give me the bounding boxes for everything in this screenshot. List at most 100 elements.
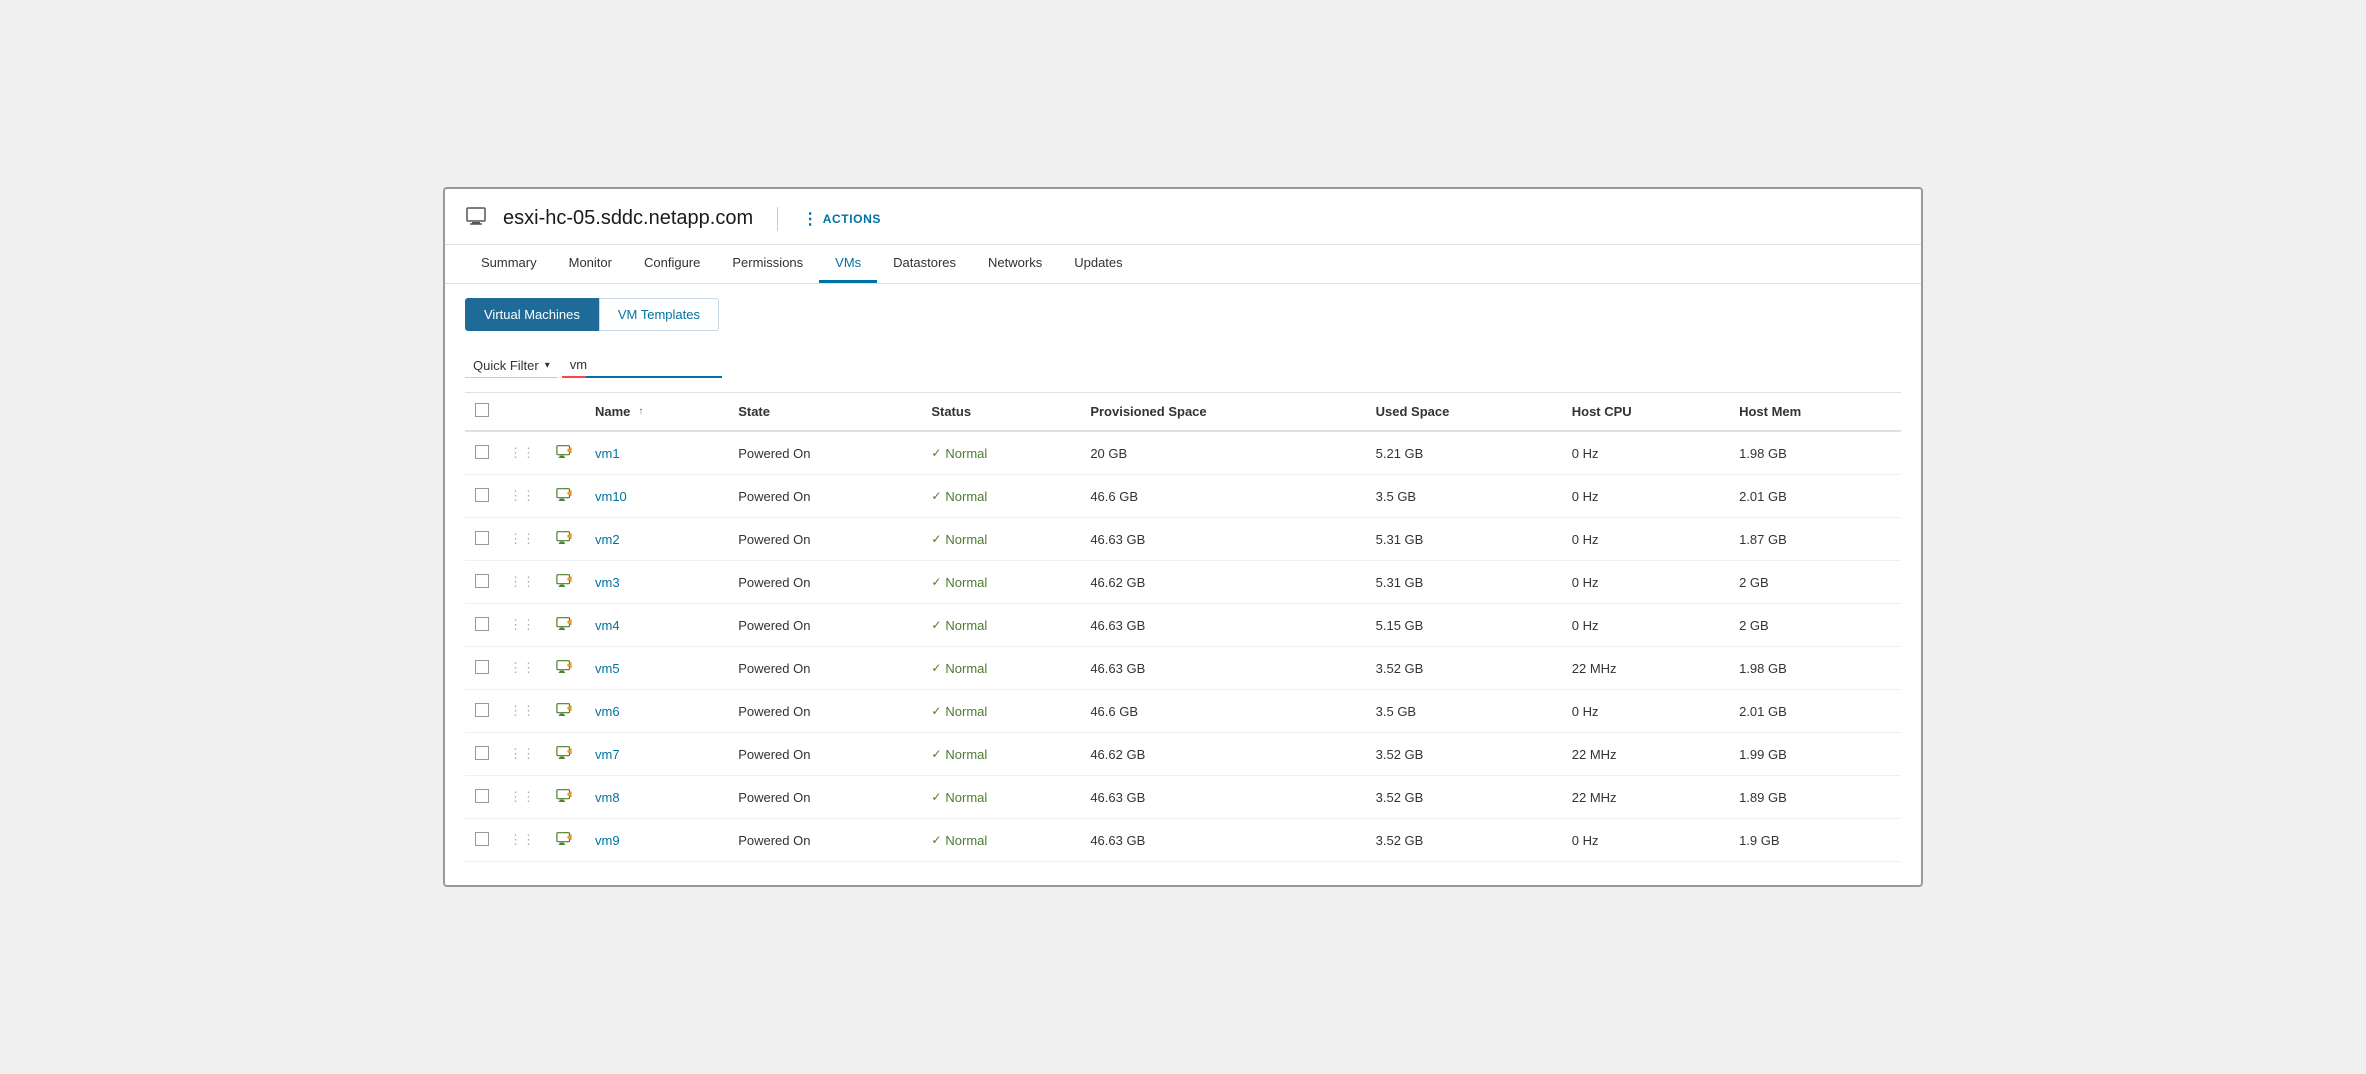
row-name-cell: vm5 <box>585 647 728 690</box>
row-checkbox[interactable] <box>475 574 489 588</box>
row-checkbox[interactable] <box>475 445 489 459</box>
vm-name-link[interactable]: vm1 <box>595 446 620 461</box>
row-checkbox[interactable] <box>475 789 489 803</box>
table-row: ⋮⋮ vm3 Powered On ✓ Normal 46.62 GB 5.31 <box>465 561 1901 604</box>
drag-handle-icon[interactable]: ⋮⋮ <box>509 617 535 632</box>
row-checkbox-cell <box>465 776 499 819</box>
table-row: ⋮⋮ vm6 Powered On ✓ Normal 46.6 GB 3.5 G… <box>465 690 1901 733</box>
vm-name-link[interactable]: vm9 <box>595 833 620 848</box>
tab-updates[interactable]: Updates <box>1058 245 1138 283</box>
row-used-cell: 3.5 GB <box>1366 690 1562 733</box>
tab-configure[interactable]: Configure <box>628 245 716 283</box>
vm-name-link[interactable]: vm3 <box>595 575 620 590</box>
status-check-icon: ✓ <box>931 575 941 589</box>
tab-datastores[interactable]: Datastores <box>877 245 972 283</box>
vm-icon <box>555 700 575 720</box>
status-text: Normal <box>945 489 987 504</box>
row-drag-cell: ⋮⋮ <box>499 518 545 561</box>
vm-name-link[interactable]: vm5 <box>595 661 620 676</box>
drag-handle-icon[interactable]: ⋮⋮ <box>509 531 535 546</box>
row-cpu-cell: 0 Hz <box>1562 819 1729 862</box>
row-state-cell: Powered On <box>728 561 921 604</box>
row-mem-cell: 1.98 GB <box>1729 647 1901 690</box>
row-used-cell: 3.52 GB <box>1366 733 1562 776</box>
row-name-cell: vm3 <box>585 561 728 604</box>
row-mem-cell: 1.99 GB <box>1729 733 1901 776</box>
row-checkbox[interactable] <box>475 617 489 631</box>
vm-name-link[interactable]: vm8 <box>595 790 620 805</box>
row-drag-cell: ⋮⋮ <box>499 776 545 819</box>
actions-button[interactable]: ⋮ ACTIONS <box>802 209 881 229</box>
row-checkbox-cell <box>465 733 499 776</box>
row-status-cell: ✓ Normal <box>921 690 1080 733</box>
row-checkbox[interactable] <box>475 488 489 502</box>
tab-networks[interactable]: Networks <box>972 245 1058 283</box>
tab-vms[interactable]: VMs <box>819 245 877 283</box>
row-checkbox[interactable] <box>475 746 489 760</box>
row-status-cell: ✓ Normal <box>921 561 1080 604</box>
status-check-icon: ✓ <box>931 790 941 804</box>
row-provisioned-cell: 46.6 GB <box>1080 690 1365 733</box>
row-provisioned-cell: 46.63 GB <box>1080 518 1365 561</box>
row-checkbox-cell <box>465 475 499 518</box>
tab-monitor[interactable]: Monitor <box>553 245 628 283</box>
sub-tab-virtual-machines[interactable]: Virtual Machines <box>465 298 599 331</box>
vm-name-link[interactable]: vm4 <box>595 618 620 633</box>
row-used-cell: 5.31 GB <box>1366 561 1562 604</box>
tab-permissions[interactable]: Permissions <box>716 245 819 283</box>
row-checkbox-cell <box>465 604 499 647</box>
drag-handle-icon[interactable]: ⋮⋮ <box>509 703 535 718</box>
row-used-cell: 3.5 GB <box>1366 475 1562 518</box>
vm-name-link[interactable]: vm2 <box>595 532 620 547</box>
row-mem-cell: 1.9 GB <box>1729 819 1901 862</box>
row-status-cell: ✓ Normal <box>921 647 1080 690</box>
drag-handle-icon[interactable]: ⋮⋮ <box>509 445 535 460</box>
vm-icon <box>555 614 575 634</box>
col-used-space[interactable]: Used Space <box>1366 393 1562 432</box>
row-checkbox[interactable] <box>475 660 489 674</box>
table-row: ⋮⋮ vm7 Powered On ✓ Normal 46.62 GB 3.52 <box>465 733 1901 776</box>
sub-tab-vm-templates[interactable]: VM Templates <box>599 298 719 331</box>
vm-table-wrap: Name ↑ State Status Provisioned Space Us… <box>445 392 1921 862</box>
row-provisioned-cell: 46.63 GB <box>1080 776 1365 819</box>
drag-handle-icon[interactable]: ⋮⋮ <box>509 746 535 761</box>
row-checkbox[interactable] <box>475 832 489 846</box>
table-row: ⋮⋮ vm5 Powered On ✓ Normal 46.63 GB 3.52 <box>465 647 1901 690</box>
status-check-icon: ✓ <box>931 704 941 718</box>
drag-handle-icon[interactable]: ⋮⋮ <box>509 488 535 503</box>
row-mem-cell: 2 GB <box>1729 604 1901 647</box>
row-used-cell: 5.31 GB <box>1366 518 1562 561</box>
row-used-cell: 3.52 GB <box>1366 819 1562 862</box>
row-checkbox[interactable] <box>475 703 489 717</box>
drag-handle-icon[interactable]: ⋮⋮ <box>509 789 535 804</box>
nav-tabs: Summary Monitor Configure Permissions VM… <box>445 245 1921 284</box>
status-badge: ✓ Normal <box>931 704 1070 719</box>
vm-name-link[interactable]: vm10 <box>595 489 627 504</box>
sort-icon: ↑ <box>638 406 643 417</box>
drag-handle-icon[interactable]: ⋮⋮ <box>509 574 535 589</box>
col-state[interactable]: State <box>728 393 921 432</box>
row-checkbox-cell <box>465 518 499 561</box>
col-status[interactable]: Status <box>921 393 1080 432</box>
row-icon-cell <box>545 776 585 819</box>
status-text: Normal <box>945 790 987 805</box>
header: esxi-hc-05.sddc.netapp.com ⋮ ACTIONS <box>445 189 1921 245</box>
drag-handle-icon[interactable]: ⋮⋮ <box>509 660 535 675</box>
row-checkbox[interactable] <box>475 531 489 545</box>
vm-icon <box>555 571 575 591</box>
col-host-mem[interactable]: Host Mem <box>1729 393 1901 432</box>
drag-handle-icon[interactable]: ⋮⋮ <box>509 832 535 847</box>
row-state-cell: Powered On <box>728 475 921 518</box>
row-name-cell: vm6 <box>585 690 728 733</box>
vm-name-link[interactable]: vm7 <box>595 747 620 762</box>
vm-name-link[interactable]: vm6 <box>595 704 620 719</box>
quick-filter-button[interactable]: Quick Filter ▾ <box>465 354 558 378</box>
tab-summary[interactable]: Summary <box>465 245 553 283</box>
filter-input[interactable] <box>562 353 722 378</box>
col-provisioned-space[interactable]: Provisioned Space <box>1080 393 1365 432</box>
row-used-cell: 3.52 GB <box>1366 776 1562 819</box>
col-host-cpu[interactable]: Host CPU <box>1562 393 1729 432</box>
row-checkbox-cell <box>465 561 499 604</box>
col-name[interactable]: Name ↑ <box>585 393 728 432</box>
select-all-checkbox[interactable] <box>475 403 489 417</box>
